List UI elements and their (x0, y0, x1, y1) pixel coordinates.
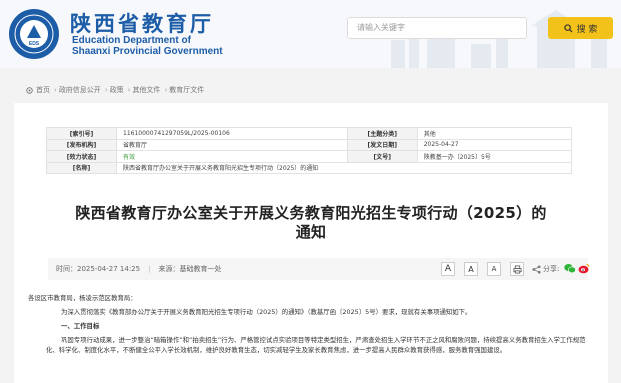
article-card: [索引号] 11610000741297059L/2025-00106 [主题分… (14, 103, 608, 383)
publish-time: 时间：2025-04-27 14:25 (56, 265, 141, 273)
share-icon[interactable] (532, 265, 541, 274)
search-input[interactable]: 请输入关键字 (347, 17, 527, 39)
breadcrumb-other-files[interactable]: 其他文件 (132, 85, 160, 95)
weibo-icon[interactable] (578, 263, 590, 274)
breadcrumb: 首页 › 政府信息公开 › 政策 › 其他文件 › 教育厅文件 (26, 85, 206, 95)
meta-value-issue-date: 2025-04-27 (416, 138, 573, 151)
article-title-line2: 通知 (295, 223, 327, 241)
search-icon (563, 23, 573, 33)
meta-row: [发布机构] 省教育厅 [发文日期] 2025-04-27 (46, 138, 573, 151)
article-source: 来源：基础教育一处 (158, 265, 222, 273)
article-body: 各设区市教育局，杨凌示范区教育局： 为深入贯彻落实《教育部办公厅关于开展义务教育… (28, 293, 586, 359)
meta-value-publisher: 省教育厅 (116, 138, 348, 151)
location-icon (26, 86, 33, 94)
breadcrumb-department-files[interactable]: 教育厅文件 (169, 85, 204, 95)
site-title-en-line1: Education Department of (72, 35, 191, 46)
meta-key-name: [名称] (46, 161, 117, 174)
meta-key-issue-date: [发文日期] (346, 138, 418, 151)
site-title-cn[interactable]: 陕西省教育厅 (70, 8, 214, 38)
meta-value-index: 11610000741297059L/2025-00106 (116, 127, 348, 140)
font-large-button[interactable]: A (441, 262, 455, 276)
meta-key-publisher: [发布机构] (46, 138, 117, 151)
breadcrumb-policy[interactable]: 政策 (110, 85, 124, 95)
article-info-bar: 时间：2025-04-27 14:25 | 来源：基础教育一处 A A A 分享… (48, 258, 590, 280)
meta-value-status: 有效 (116, 150, 348, 163)
intro-paragraph: 为深入贯彻落实《教育部办公厅关于开展义务教育阳光招生专项行动（2025）的通知》… (61, 308, 472, 316)
meta-value-name: 陕西省教育厅办公室关于开展义务教育阳光招生专项行动（2025）的通知 (116, 161, 572, 174)
share-label: 分享: (543, 265, 560, 273)
info-separator: | (148, 265, 151, 273)
meta-key-doc-number: [文号] (346, 150, 418, 163)
font-medium-button[interactable]: A (464, 262, 478, 276)
seal-text: EDS (29, 41, 40, 47)
meta-key-index: [索引号] (46, 127, 117, 140)
meta-key-category: [主题分类] (346, 127, 418, 140)
site-header: EDS 陕西省教育厅 Education Department of Shaan… (0, 0, 621, 68)
print-button[interactable] (510, 262, 524, 276)
breadcrumb-gov-info[interactable]: 政府信息公开 (59, 85, 101, 95)
meta-key-status: [效力状态] (46, 150, 117, 163)
document-meta-table: [索引号] 11610000741297059L/2025-00106 [主题分… (46, 127, 573, 174)
body-paragraph: 巩固专项行动成果，进一步整治“暗箱操作”和“拍卖招生”行为、严格管控试点实验项目… (46, 336, 586, 354)
article-title: 陕西省教育厅办公室关于开展义务教育阳光招生专项行动（2025）的 通知 (54, 204, 568, 242)
department-seal-logo[interactable]: EDS (8, 8, 60, 60)
meta-value-doc-number: 陕教基一办〔2025〕5号 (416, 150, 573, 163)
meta-row: [效力状态] 有效 [文号] 陕教基一办〔2025〕5号 (46, 150, 573, 163)
meta-value-category: 其他 (416, 127, 573, 140)
article-title-line1: 陕西省教育厅办公室关于开展义务教育阳光招生专项行动（2025）的 (75, 204, 547, 222)
site-title-en-line2: Shaanxi Provincial Government (72, 46, 223, 57)
breadcrumb-home[interactable]: 首页 (36, 85, 50, 95)
meta-row: [索引号] 11610000741297059L/2025-00106 [主题分… (46, 127, 573, 140)
section-heading: 一、工作目标 (61, 322, 100, 330)
salutation: 各设区市教育局，杨凌示范区教育局： (28, 294, 137, 302)
wechat-icon[interactable] (564, 263, 576, 274)
search-button[interactable]: 搜 索 (548, 17, 613, 39)
search-button-label: 搜 索 (576, 24, 598, 35)
font-small-button[interactable]: A (487, 262, 501, 276)
print-icon (512, 264, 522, 274)
meta-row: [名称] 陕西省教育厅办公室关于开展义务教育阳光招生专项行动（2025）的通知 (46, 161, 572, 174)
